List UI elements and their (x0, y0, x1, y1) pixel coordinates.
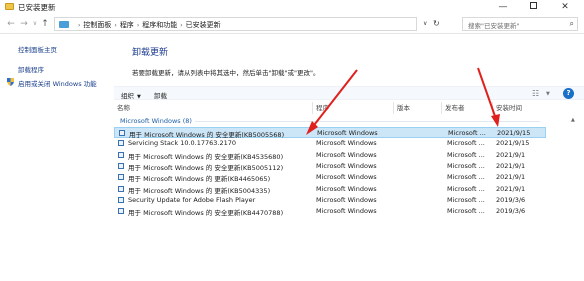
annotation-arrow-head (491, 114, 500, 127)
annotation-arrow-line (310, 69, 358, 130)
annotation-arrows (306, 67, 500, 135)
annotation-arrow-line (477, 67, 497, 120)
